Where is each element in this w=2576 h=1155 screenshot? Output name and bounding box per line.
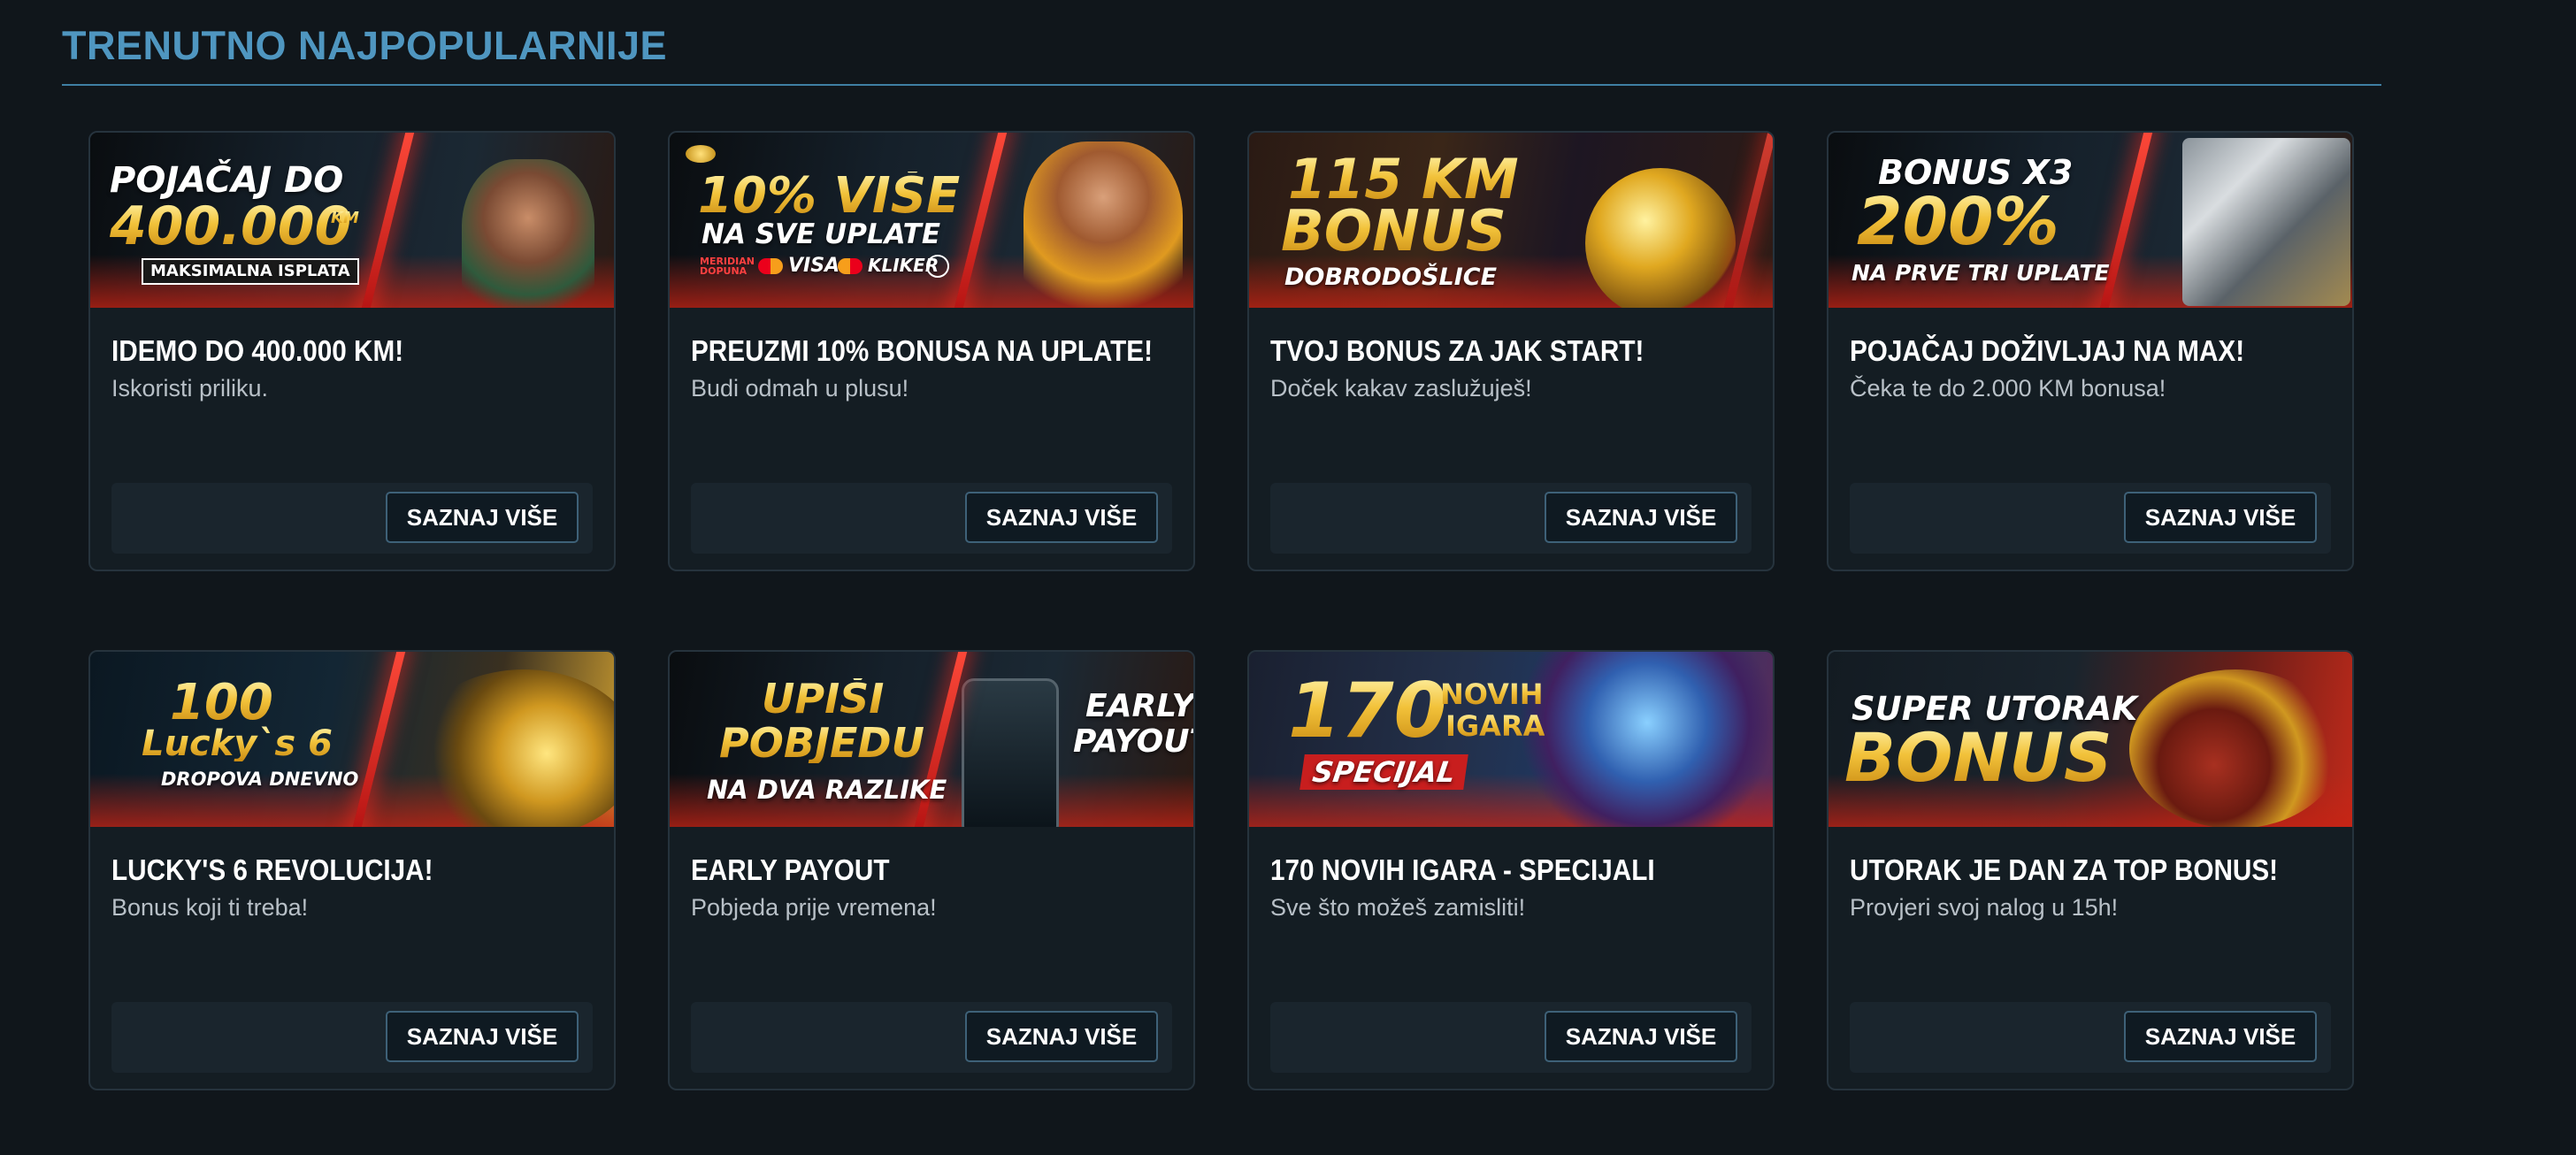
woman-illustration [462, 159, 594, 308]
card-title: PREUZMI 10% BONUSA NA UPLATE! [691, 334, 1153, 367]
promo-card[interactable]: BONUS X3 200% NA PRVE TRI UPLATE POJAČAJ… [1827, 131, 2354, 571]
card-footer: SAZNAJ VIŠE [1270, 483, 1752, 554]
card-footer: SAZNAJ VIŠE [1270, 1002, 1752, 1073]
maestro-icon [838, 258, 862, 274]
banner-line: BONUS [1281, 199, 1506, 264]
athletes-illustration [1514, 652, 1773, 827]
banner-line: 400.000 [110, 195, 352, 257]
banner-line: NA SVE UPLATE [702, 218, 941, 250]
card-title: UTORAK JE DAN ZA TOP BONUS! [1850, 853, 2279, 886]
banner-line: NOVIH [1440, 677, 1544, 711]
promo-banner-10-percent[interactable]: 10% VIŠE NA SVE UPLATE meridian DOPUNA V… [670, 133, 1193, 308]
promo-banner-bonus-x3[interactable]: BONUS X3 200% NA PRVE TRI UPLATE [1828, 133, 2352, 308]
card-footer: SAZNAJ VIŠE [691, 483, 1172, 554]
promo-banner-115km[interactable]: 115 KM BONUS DOBRODOŠLICE [1249, 133, 1773, 308]
woman-illustration [1024, 142, 1183, 308]
card-title: 170 NOVIH IGARA - SPECIJALI [1270, 853, 1655, 886]
coin-icon [686, 145, 716, 163]
card-title: IDEMO DO 400.000 KM! [111, 334, 404, 367]
banner-line: DOBRODOŠLICE [1284, 264, 1498, 291]
card-subtitle: Pobjeda prije vremena! [691, 894, 937, 921]
learn-more-button[interactable]: SAZNAJ VIŠE [1545, 492, 1737, 543]
card-footer: SAZNAJ VIŠE [111, 483, 593, 554]
banner-line: 100 [170, 674, 273, 731]
section-title: TRENUTNO NAJPOPULARNIJE [62, 23, 668, 68]
promo-banner-super-utorak[interactable]: SUPER UTORAK BONUS [1828, 652, 2352, 827]
banner-line: 200% [1857, 184, 2059, 260]
banner-line: DROPOVA DNEVNO [161, 769, 359, 790]
title-divider [62, 84, 2381, 86]
learn-more-button[interactable]: SAZNAJ VIŠE [1545, 1011, 1737, 1062]
learn-more-button[interactable]: SAZNAJ VIŠE [965, 492, 1158, 543]
card-subtitle: Provjeri svoj nalog u 15h! [1850, 894, 2119, 921]
golden-balls-illustration [409, 669, 614, 827]
phone-illustration [962, 678, 1059, 827]
golden-ball-crown-illustration [1585, 168, 1736, 308]
card-subtitle: Budi odmah u plusu! [691, 375, 909, 402]
card-title: TVOJ BONUS ZA JAK START! [1270, 334, 1644, 367]
banner-line: NA PRVE TRI UPLATE [1852, 260, 2110, 286]
promo-banner-luckys6[interactable]: 100 Lucky`s 6 DROPOVA DNEVNO [90, 652, 614, 827]
card-footer: SAZNAJ VIŠE [691, 1002, 1172, 1073]
learn-more-button[interactable]: SAZNAJ VIŠE [2124, 492, 2317, 543]
card-footer: SAZNAJ VIŠE [111, 1002, 593, 1073]
banner-line: MAKSIMALNA ISPLATA [142, 258, 359, 285]
learn-more-button[interactable]: SAZNAJ VIŠE [386, 492, 579, 543]
learn-more-button[interactable]: SAZNAJ VIŠE [386, 1011, 579, 1062]
banner-line: NA DVA RAZLIKE [707, 775, 947, 805]
safe-money-illustration [2182, 138, 2350, 306]
banner-line: KM [331, 209, 359, 227]
card-subtitle: Iskoristi priliku. [111, 375, 269, 402]
banner-line: UPIŠI [762, 675, 885, 723]
promo-grid: POJAČAJ DO 400.000 KM MAKSIMALNA ISPLATA… [88, 131, 2354, 1090]
promo-card[interactable]: UPIŠI POBJEDU NA DVA RAZLIKE EARLY PAYOU… [668, 650, 1195, 1090]
banner-line: Lucky`s 6 [142, 723, 333, 764]
card-subtitle: Sve što možeš zamisliti! [1270, 894, 1526, 921]
learn-more-button[interactable]: SAZNAJ VIŠE [2124, 1011, 2317, 1062]
banner-line: POBJEDU [719, 719, 924, 767]
banner-line: POJAČAJ DO [110, 160, 344, 201]
card-title: EARLY PAYOUT [691, 853, 890, 886]
trophy-ball-illustration [2129, 669, 2342, 827]
banner-line: IGARA [1445, 709, 1545, 743]
banner-line: SPECIJAL [1300, 754, 1468, 790]
banner-line: meridian DOPUNA [700, 256, 755, 277]
promo-card[interactable]: SUPER UTORAK BONUS UTORAK JE DAN ZA TOP … [1827, 650, 2354, 1090]
card-footer: SAZNAJ VIŠE [1850, 1002, 2331, 1073]
promo-banner-400k[interactable]: POJAČAJ DO 400.000 KM MAKSIMALNA ISPLATA [90, 133, 614, 308]
promo-card[interactable]: POJAČAJ DO 400.000 KM MAKSIMALNA ISPLATA… [88, 131, 616, 571]
card-subtitle: Bonus koji ti treba! [111, 894, 309, 921]
promo-card[interactable]: 10% VIŠE NA SVE UPLATE meridian DOPUNA V… [668, 131, 1195, 571]
promo-banner-early-payout[interactable]: UPIŠI POBJEDU NA DVA RAZLIKE EARLY PAYOU… [670, 652, 1193, 827]
promo-card[interactable]: 100 Lucky`s 6 DROPOVA DNEVNO LUCKY'S 6 R… [88, 650, 616, 1090]
card-subtitle: Doček kakav zaslužuješ! [1270, 375, 1532, 402]
learn-more-button[interactable]: SAZNAJ VIŠE [965, 1011, 1158, 1062]
card-subtitle: Čeka te do 2.000 KM bonusa! [1850, 375, 2166, 402]
banner-line: PAYOUT [1073, 723, 1193, 760]
promo-card[interactable]: 115 KM BONUS DOBRODOŠLICE TVOJ BONUS ZA … [1247, 131, 1775, 571]
mastercard-icon [758, 258, 783, 274]
promo-card[interactable]: 170 NOVIH IGARA SPECIJAL 170 NOVIH IGARA… [1247, 650, 1775, 1090]
card-title: POJAČAJ DOŽIVLJAJ NA MAX! [1850, 334, 2245, 367]
promo-banner-170-games[interactable]: 170 NOVIH IGARA SPECIJAL [1249, 652, 1773, 827]
card-footer: SAZNAJ VIŠE [1850, 483, 2331, 554]
banner-line: EARLY [1085, 688, 1193, 724]
banner-line: BONUS [1844, 718, 2112, 797]
banner-line: VISA [788, 255, 840, 277]
badge-icon [926, 255, 949, 278]
banner-line: 10% VIŠE [698, 167, 961, 225]
card-title: LUCKY'S 6 REVOLUCIJA! [111, 853, 433, 886]
banner-line: 170 [1288, 667, 1447, 755]
